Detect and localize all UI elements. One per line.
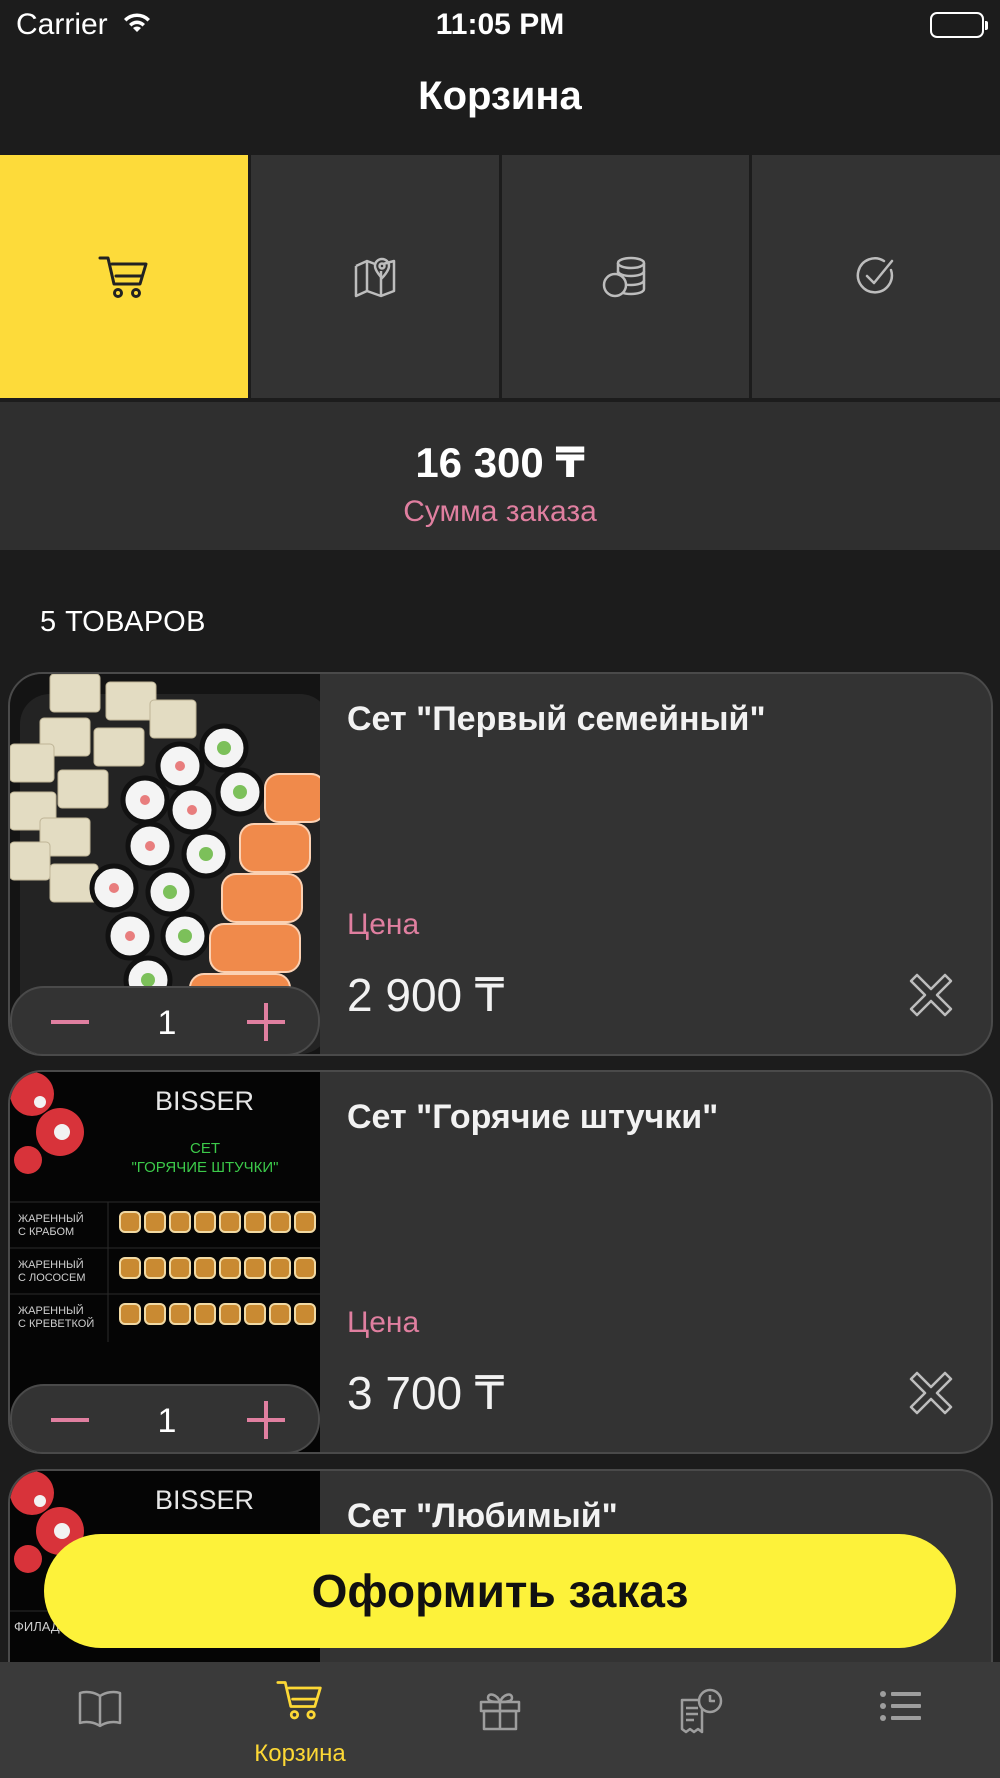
gift-icon [479, 1693, 521, 1731]
close-icon [909, 973, 953, 1017]
increase-quantity-button[interactable] [244, 1002, 288, 1042]
image-brand-text: BISSER [155, 1485, 254, 1515]
increase-quantity-button[interactable] [244, 1400, 288, 1440]
menu-book-icon [78, 1690, 122, 1728]
svg-text:ЖАРЕННЫЙ: ЖАРЕННЫЙ [18, 1304, 84, 1317]
order-summary: 16 300 ₸ Сумма заказа [0, 402, 1000, 550]
page-title: Корзина [418, 74, 582, 118]
svg-text:С КРАБОМ: С КРАБОМ [18, 1226, 74, 1238]
minus-icon [51, 1020, 89, 1024]
battery-icon [930, 12, 988, 38]
tab-bar: Корзина [0, 1662, 1000, 1778]
product-name: Сет "Горячие штучки" [347, 1098, 719, 1136]
close-icon [909, 1371, 953, 1415]
checkout-button[interactable]: Оформить заказ [44, 1534, 956, 1648]
quantity-stepper: 1 [10, 986, 320, 1054]
product-name: Сет "Первый семейный" [347, 700, 766, 738]
map-pin-icon [354, 257, 395, 297]
step-cart[interactable] [0, 155, 248, 398]
coins-icon [603, 256, 646, 297]
tab-gifts[interactable] [400, 1662, 600, 1778]
clock: 11:05 PM [435, 8, 565, 41]
status-bar: Carrier 11:05 PM [0, 0, 1000, 50]
check-circle-icon [856, 256, 894, 294]
checkout-steps [0, 155, 1000, 398]
svg-text:ЖАРЕННЫЙ: ЖАРЕННЫЙ [18, 1212, 84, 1225]
product-price: 3 700 ₸ [347, 1367, 505, 1419]
tab-more[interactable] [800, 1662, 1000, 1778]
cart-item-card[interactable]: BISSER СЕТ "ГОРЯЧИЕ ШТУЧКИ" ЖАРЕННЫЙ С КР… [8, 1070, 993, 1454]
remove-item-button[interactable] [908, 972, 954, 1018]
order-total-label: Сумма заказа [403, 495, 597, 528]
tab-cart[interactable]: Корзина [200, 1662, 400, 1778]
minus-icon [51, 1418, 89, 1422]
plus-icon [247, 1003, 285, 1041]
tab-menu[interactable] [0, 1662, 200, 1778]
svg-text:ЖАРЕННЫЙ: ЖАРЕННЫЙ [18, 1258, 84, 1271]
cart-icon [276, 1681, 322, 1720]
remove-item-button[interactable] [908, 1370, 954, 1416]
decrease-quantity-button[interactable] [48, 1002, 92, 1042]
svg-text:СЕТ: СЕТ [190, 1140, 220, 1157]
image-brand-text: BISSER [155, 1086, 254, 1116]
decrease-quantity-button[interactable] [48, 1400, 92, 1440]
items-count: 5 ТОВАРОВ [40, 606, 206, 638]
step-confirm[interactable] [752, 155, 1000, 398]
plus-icon [247, 1401, 285, 1439]
order-history-icon [680, 1688, 723, 1734]
svg-text:"ГОРЯЧИЕ ШТУЧКИ": "ГОРЯЧИЕ ШТУЧКИ" [131, 1159, 278, 1176]
svg-text:С ЛОСОСЕМ: С ЛОСОСЕМ [18, 1272, 85, 1284]
step-payment[interactable] [501, 155, 750, 398]
product-name: Сет "Любимый" [347, 1497, 618, 1535]
quantity-value: 1 [157, 1402, 177, 1440]
cart-item-card[interactable]: Сет "Первый семейный" Цена 2 900 ₸ 1 [8, 672, 993, 1056]
quantity-stepper: 1 [10, 1384, 320, 1452]
order-total: 16 300 ₸ [415, 439, 585, 486]
quantity-value: 1 [157, 1004, 177, 1042]
tab-cart-label: Корзина [254, 1740, 346, 1767]
price-label: Цена [347, 1306, 420, 1339]
product-price: 2 900 ₸ [347, 969, 505, 1021]
tab-order-history[interactable] [600, 1662, 800, 1778]
step-address[interactable] [250, 155, 499, 398]
svg-text:С КРЕВЕТКОЙ: С КРЕВЕТКОЙ [18, 1317, 94, 1330]
cart-icon [98, 256, 148, 298]
list-icon [880, 1691, 921, 1721]
price-label: Цена [347, 908, 420, 941]
